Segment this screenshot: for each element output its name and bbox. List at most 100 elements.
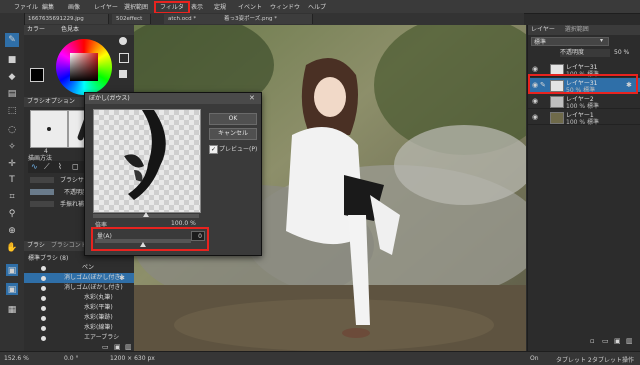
brush-item[interactable]: 水彩(平筆) xyxy=(24,303,134,313)
tablet-operation[interactable]: タブレット操作 xyxy=(592,355,634,364)
menu-file[interactable]: ファイル xyxy=(14,2,38,11)
menu-layer[interactable]: レイヤー xyxy=(94,2,118,11)
tab-document-4[interactable]: 着っ3姿ポーズ.png * xyxy=(220,14,313,24)
brush-folder-icon[interactable]: ▭ xyxy=(102,343,109,351)
color-square[interactable] xyxy=(70,53,98,81)
eraser-tool-icon[interactable]: ■ xyxy=(5,53,19,67)
close-icon[interactable]: ✕ xyxy=(249,94,255,102)
layer-sub: 100 % 標準 xyxy=(566,119,599,126)
foreground-color-swatch[interactable] xyxy=(30,68,44,82)
brush-tip-dot xyxy=(47,127,51,131)
stroke-rect-icon[interactable]: ◻ xyxy=(72,162,79,171)
grid-icon[interactable]: ▦ xyxy=(5,303,19,317)
move-tool-icon[interactable]: ✛ xyxy=(5,157,19,171)
zoom-readout[interactable]: 152.6 % xyxy=(4,355,29,362)
lasso-tool-icon[interactable]: ◌ xyxy=(5,123,19,137)
stroke-curve-icon[interactable]: ∿ xyxy=(31,162,38,171)
blend-mode-select[interactable]: 標準 xyxy=(531,37,609,46)
color-slider-icon[interactable] xyxy=(119,70,127,78)
layer-panel-tabs: レイヤー 選択範囲 xyxy=(528,25,640,35)
brush-item-selected[interactable]: 消しゴム(ぼかし付き) ✱ xyxy=(24,273,134,283)
menu-event[interactable]: イベント xyxy=(238,2,262,11)
new-layer-icon[interactable]: ▫ xyxy=(590,337,595,345)
brush-option-label: ブラシオプション xyxy=(27,98,75,105)
amount-slider-thumb[interactable] xyxy=(140,242,146,247)
text-tool-icon[interactable]: T xyxy=(5,173,19,187)
delete-layer-icon[interactable]: ▥ xyxy=(626,337,633,345)
layer-mode-icon[interactable]: ▣ xyxy=(6,283,18,295)
angle-readout[interactable]: 0.0 ° xyxy=(64,355,78,362)
menu-edit[interactable]: 編集 xyxy=(42,2,54,11)
amount-slider[interactable] xyxy=(95,239,191,247)
copy-layer-icon[interactable]: ▣ xyxy=(614,337,621,345)
brush-item[interactable]: 水彩(丸筆) xyxy=(24,293,134,303)
pen-icon: ✎ xyxy=(540,81,546,89)
layer-item[interactable]: ◉ レイヤー31 100 % 標準 xyxy=(528,62,640,78)
select-rect-icon[interactable]: ⬚ xyxy=(5,104,19,118)
crop-tool-icon[interactable]: ⌗ xyxy=(5,190,19,204)
preview-checkbox[interactable]: ✓ xyxy=(209,145,218,154)
gear-icon[interactable]: ✱ xyxy=(626,81,632,89)
color-mode-icon[interactable] xyxy=(119,37,127,45)
brush-group-label[interactable]: 標準ブラシ (8) xyxy=(28,253,68,262)
eye-icon[interactable]: ◉ xyxy=(532,113,538,121)
menu-image[interactable]: 画像 xyxy=(68,2,80,11)
tab-document-2[interactable]: 502effect xyxy=(112,14,151,24)
hand-tool-icon[interactable]: ✋ xyxy=(5,241,19,255)
color-wheel[interactable] xyxy=(56,39,112,95)
zoom-tool-icon[interactable]: ⊕ xyxy=(5,224,19,238)
preview-shape xyxy=(124,110,166,200)
brush-item-pen[interactable]: ペン xyxy=(24,263,134,273)
brush-delete-icon[interactable]: ▥ xyxy=(125,343,132,351)
document-tabs: 1667635691229.jpg 502effect atch.ocd * 着… xyxy=(24,13,524,25)
menu-window[interactable]: ウィンドウ xyxy=(270,2,300,11)
tab-document-3[interactable]: atch.ocd * xyxy=(164,14,223,24)
bucket-tool-icon[interactable]: ◆ xyxy=(5,70,19,84)
folder-icon[interactable]: ▭ xyxy=(602,337,609,345)
opacity-label: 不透明度 xyxy=(560,49,610,57)
layer-sub: 100 % 標準 xyxy=(566,103,599,110)
brush-size-slider[interactable] xyxy=(30,177,54,183)
menu-ruler[interactable]: 定規 xyxy=(214,2,226,11)
brush-item[interactable]: 水彩(線筆) xyxy=(24,323,134,333)
brush-add-icon[interactable]: ▣ xyxy=(114,343,121,351)
color-header-label: カラー xyxy=(27,26,46,33)
chevron-down-icon[interactable]: ▾ xyxy=(600,37,603,44)
tab-selection[interactable]: 選択範囲 xyxy=(565,26,589,33)
eye-icon[interactable]: ◉ xyxy=(532,65,538,73)
tool-bar: ✎ ■ ◆ ▤ ⬚ ◌ ✧ ✛ T ⌗ ⚲ ⊕ ✋ ▣ ▣ ▦ xyxy=(0,13,25,351)
cancel-button[interactable]: キャンセル xyxy=(209,128,257,140)
menu-help[interactable]: ヘルプ xyxy=(308,2,326,11)
eyedropper-icon[interactable]: ⚲ xyxy=(5,207,19,221)
layer-item[interactable]: ◉ レイヤー1 100 % 標準 xyxy=(528,110,640,126)
amount-input[interactable]: 0 xyxy=(191,231,205,241)
gradient-tool-icon[interactable]: ▤ xyxy=(5,87,19,101)
magic-wand-icon[interactable]: ✧ xyxy=(5,140,19,154)
eye-icon[interactable]: ◉ xyxy=(532,97,538,105)
layer-item[interactable]: ◉ レイヤー2 100 % 標準 xyxy=(528,94,640,110)
brush-item[interactable]: 消しゴム(ぼかし付き) xyxy=(24,283,134,293)
zoom-slider[interactable] xyxy=(93,212,199,218)
opacity-slider[interactable] xyxy=(30,189,54,195)
brush-item[interactable]: 水彩(筆跡) xyxy=(24,313,134,323)
layer-item-selected[interactable]: ◉ ✎ レイヤー31 50 % 標準 ✱ xyxy=(528,78,640,94)
opacity-value[interactable]: 50 % xyxy=(614,49,629,56)
preview-label: プレビュー(P) xyxy=(219,146,258,153)
gear-icon[interactable]: ✱ xyxy=(119,273,125,283)
menu-view[interactable]: 表示 xyxy=(191,2,203,11)
stroke-line-icon[interactable]: ⟋ xyxy=(44,162,50,172)
eye-icon[interactable]: ◉ xyxy=(532,81,538,89)
brush-item[interactable]: エアーブラシ xyxy=(24,333,134,343)
tab-document-1[interactable]: 1667635691229.jpg xyxy=(24,14,109,24)
zoom-slider-thumb[interactable] xyxy=(143,212,149,217)
brush-tab[interactable]: ブラシ xyxy=(27,242,45,249)
ok-button[interactable]: OK xyxy=(209,113,257,125)
stabilizer-slider[interactable] xyxy=(30,201,54,207)
color-swatch-tab[interactable]: 色見本 xyxy=(61,26,79,33)
stroke-polyline-icon[interactable]: ⌇ xyxy=(58,162,62,171)
menu-selection[interactable]: 選択範囲 xyxy=(124,2,148,11)
color-square-mode-icon[interactable] xyxy=(119,53,129,63)
tab-layers[interactable]: レイヤー xyxy=(531,26,555,33)
pen-tool-icon[interactable]: ✎ xyxy=(5,33,19,47)
snap-icon[interactable]: ▣ xyxy=(6,264,18,276)
